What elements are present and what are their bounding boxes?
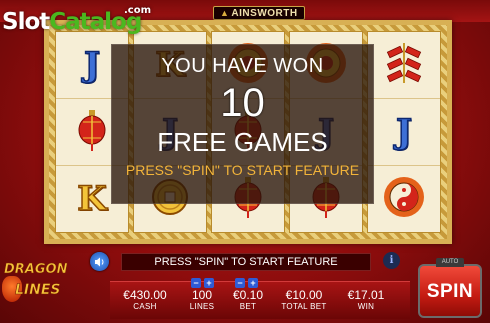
auto-button[interactable]: AUTO [436,258,464,267]
info-button[interactable]: i [383,252,400,269]
lantern-icon [70,108,114,157]
bet-label: BET [239,302,257,311]
watermark-logo: SlotCatalog .com [2,5,151,35]
free-games-label: FREE GAMES [157,127,328,157]
win-overlay: YOU HAVE WON 10 FREE GAMES PRESS "SPIN" … [111,44,374,204]
start-feature-prompt: PRESS "SPIN" TO START FEATURE [125,162,360,178]
total-bet-label: TOTAL BET [281,302,327,311]
firecracker-icon [382,41,426,90]
total-bet-value: €10.00 [285,288,323,302]
lines-stat: 100 LINES [184,288,220,312]
bet-minus-button[interactable]: − [235,278,245,288]
lines-label: LINES [189,302,215,311]
bet-stat: €0.10 BET [230,288,266,312]
game-logo-line-a: DRAGON [4,262,68,278]
letter-symbol-j: J [83,44,101,86]
sound-button[interactable] [90,252,109,271]
free-games-count: 10 [220,81,265,125]
speaker-icon [94,257,103,266]
watermark-dotcom: .com [124,5,152,16]
reel-symbol [368,166,440,232]
stats-bar: €430.00 CASH 100 LINES €0.10 BET €10.00 … [110,281,410,319]
cash-stat: €430.00 CASH [120,288,170,312]
spin-button[interactable]: SPIN [418,264,482,318]
reel-symbol: J [368,99,440,166]
reel-symbol [368,32,440,99]
lines-plus-button[interactable]: + [204,278,214,288]
reel-5: J [367,31,441,233]
triangle-icon: ▲ [220,8,230,18]
provider-badge: ▲ AINSWORTH [213,6,305,20]
cash-value: €430.00 [123,288,167,302]
game-logo: DRAGON LINES [2,258,68,318]
watermark-slot: Slot [2,9,50,35]
spin-control: SPIN AUTO [414,258,486,320]
game-logo-line-b: LINES [15,282,61,299]
total-bet-stat: €10.00 TOTAL BET [278,288,330,312]
win-label: WIN [357,302,375,311]
letter-symbol-j: J [395,111,413,153]
win-stat: €17.01 WIN [342,288,390,312]
bet-value: €0.10 [232,288,264,302]
cash-label: CASH [133,302,157,311]
lines-value: 100 [191,288,213,302]
win-value: €17.01 [347,288,385,302]
win-heading: YOU HAVE WON [161,55,324,77]
provider-name: AINSWORTH [231,8,298,19]
letter-symbol-k: K [76,178,107,220]
message-bar: PRESS "SPIN" TO START FEATURE [121,253,371,271]
lines-minus-button[interactable]: − [191,278,201,288]
bet-plus-button[interactable]: + [248,278,258,288]
yin-yang-icon [382,175,426,224]
